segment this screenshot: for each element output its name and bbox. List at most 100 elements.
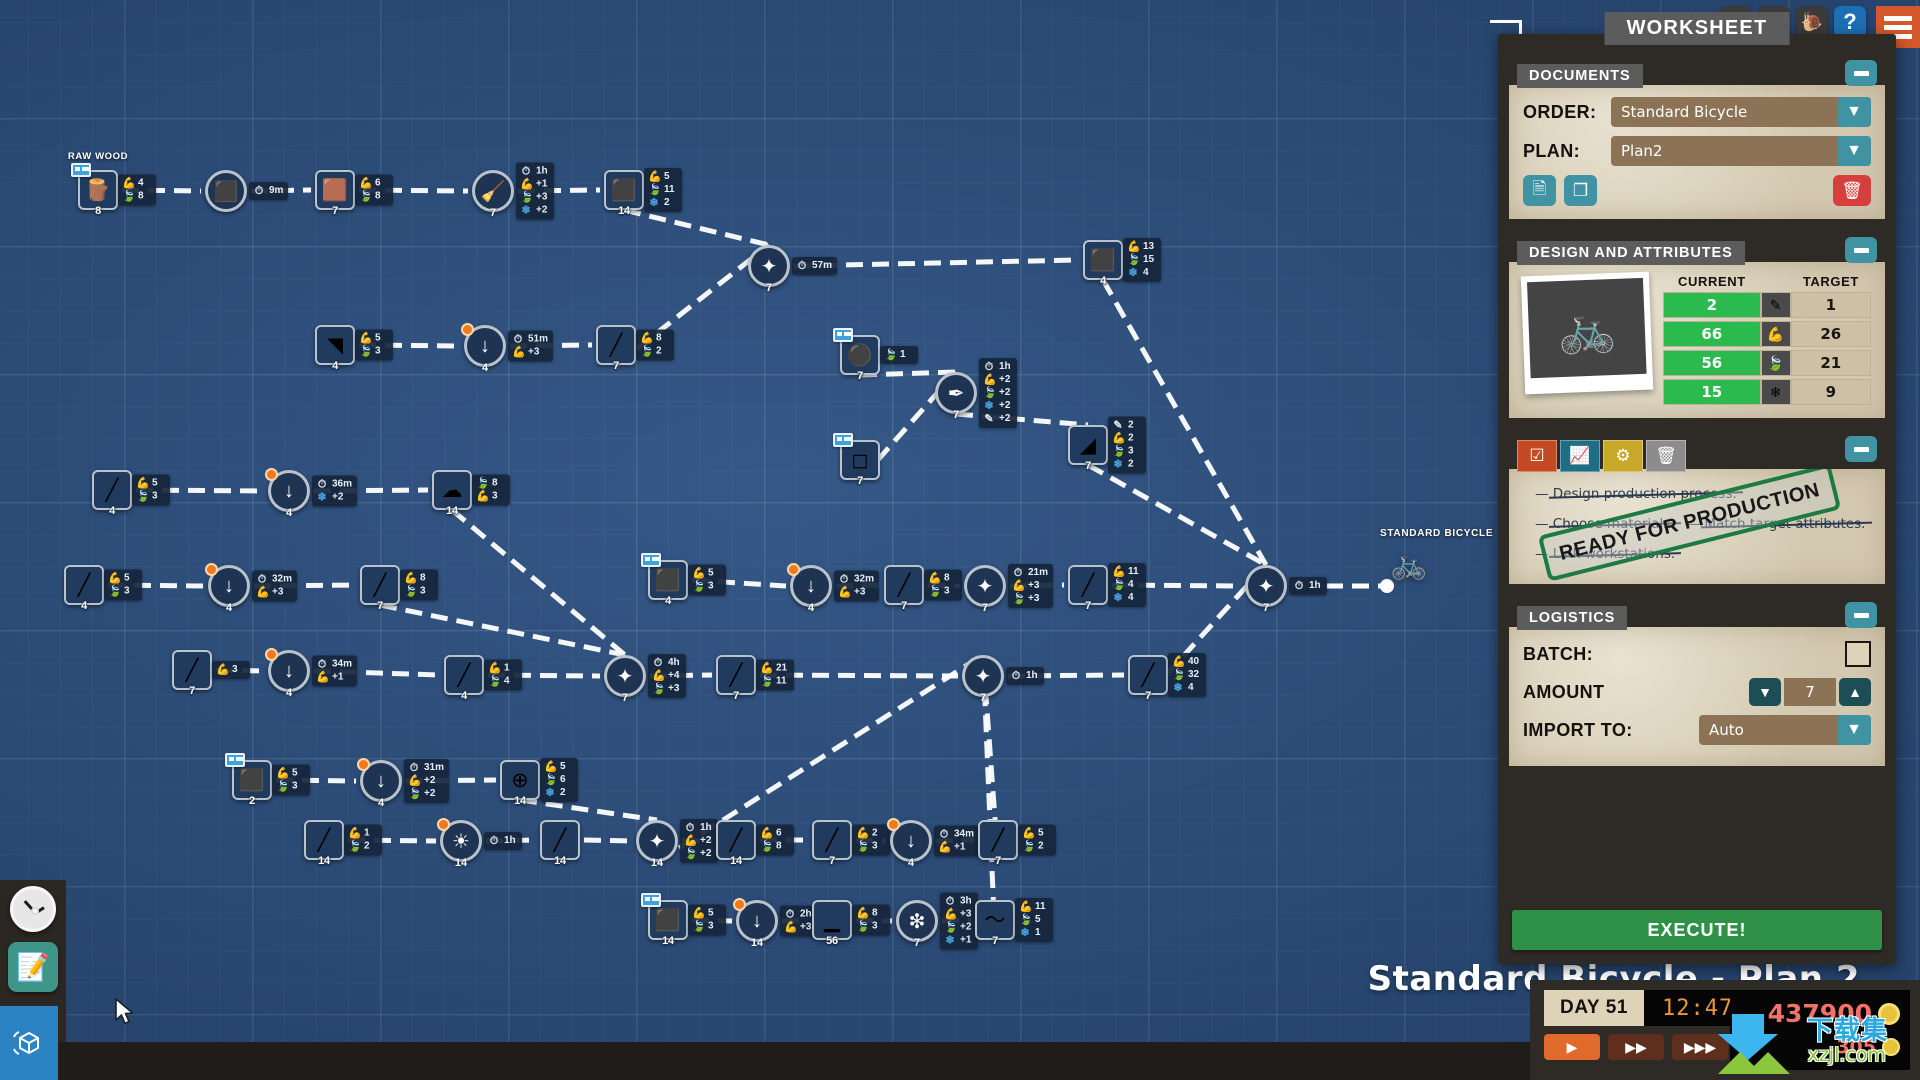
graph-node[interactable]: 🟫 7 💪 6 🍃 8 bbox=[315, 170, 393, 217]
batch-checkbox[interactable] bbox=[1845, 641, 1871, 667]
item-node[interactable]: 🪵 8 bbox=[71, 163, 118, 217]
machine-node[interactable]: ✒ 7 bbox=[935, 372, 977, 421]
graph-node[interactable]: ◢ 7 ✎ 2 💪 2 🍃 3 ❄ 2 bbox=[1068, 416, 1146, 474]
graph-node[interactable]: ❇ 7 ⏱ 3h 💪 +3 🍃 +2 ❄ +1 bbox=[896, 892, 978, 950]
ultra-speed-button[interactable]: ▶▶▶ bbox=[1672, 1034, 1728, 1060]
graph-node[interactable]: ╱ 7 💪 5 🍃 2 bbox=[978, 820, 1056, 867]
graph-node[interactable]: ◥ 4 💪 5 🍃 3 bbox=[315, 325, 393, 372]
fast-forward-button[interactable]: ▶▶ bbox=[1608, 1034, 1664, 1060]
design-photo[interactable]: 🚲 bbox=[1520, 271, 1654, 395]
graph-node[interactable]: ⬛ 4 💪 5 🍃 3 bbox=[641, 553, 726, 607]
graph-node[interactable]: ╱ 7 💪 8 🍃 3 bbox=[360, 565, 438, 612]
graph-node[interactable]: ✦ 7 ⏱ 4h 💪 +4 🍃 +3 bbox=[604, 654, 686, 704]
machine-node[interactable]: ↓ 4 bbox=[357, 758, 402, 809]
graph-node[interactable]: ☁ 14 🍃 8 💪 3 bbox=[432, 470, 510, 517]
item-node[interactable]: ⊕ 14 bbox=[500, 760, 540, 807]
graph-node[interactable]: ↓ 4 ⏱ 31m 💪 +2 🍃 +2 bbox=[357, 758, 450, 809]
item-node[interactable]: ⬛ 4 bbox=[1083, 240, 1123, 287]
graph-node[interactable]: RAW WOOD 🪵 8 💪 4 🍃 8 bbox=[68, 151, 156, 217]
graph-node[interactable]: ╱ 14 💪 1 🍃 2 bbox=[304, 820, 382, 867]
graph-node[interactable]: ╱ 7 💪 11 🍃 4 ❄ 4 bbox=[1068, 563, 1146, 612]
item-node[interactable]: 🟫 7 bbox=[315, 170, 355, 217]
graph-node[interactable]: ╱ 7 💪 2 🍃 3 bbox=[812, 820, 890, 867]
collapse-design-button[interactable] bbox=[1845, 237, 1877, 263]
play-button[interactable]: ▶ bbox=[1544, 1034, 1600, 1060]
graph-node[interactable]: ╱ 7 💪 40 🍃 32 ❄ 4 bbox=[1128, 653, 1206, 702]
machine-node[interactable]: 🧹 7 bbox=[472, 170, 514, 219]
assembly-node[interactable]: ✦ 7 bbox=[604, 655, 646, 704]
graph-node[interactable]: ↓ 14 ⏱ 2h 💪 +3 bbox=[733, 898, 818, 949]
item-node[interactable]: ╱ 7 bbox=[716, 655, 756, 702]
graph-node[interactable]: ╱ 4 💪 5 🍃 3 bbox=[64, 565, 142, 612]
graph-node[interactable]: ⬛ ⏱ 9m bbox=[205, 170, 289, 212]
order-select[interactable]: Standard Bicycle ▼ bbox=[1611, 97, 1871, 127]
amount-decrement-button[interactable]: ▼ bbox=[1749, 678, 1781, 706]
graph-node[interactable]: ✦ 7 ⏱ 21m 💪 +3 🍃 +3 bbox=[964, 564, 1054, 614]
machine-node[interactable]: ❇ 7 bbox=[896, 900, 938, 949]
graph-node[interactable]: ✦ 14 ⏱ 1h 💪 +2 🍃 +2 bbox=[636, 819, 718, 869]
item-node[interactable]: ╱ 7 bbox=[172, 650, 212, 697]
item-node[interactable]: ⬛ 14 bbox=[641, 893, 688, 947]
graph-node[interactable]: ✦ 7 ⏱ 1h bbox=[962, 655, 1044, 704]
item-node[interactable]: ╱ 14 bbox=[716, 820, 756, 867]
new-document-button[interactable]: 🗎 bbox=[1523, 175, 1556, 206]
item-node[interactable]: ╱ 7 bbox=[1128, 655, 1168, 702]
worksheet-panel[interactable]: WORKSHEET DOCUMENTS ORDER: Standard Bicy… bbox=[1498, 12, 1896, 964]
machine-node[interactable]: ↓ 14 bbox=[733, 898, 778, 949]
graph-node[interactable]: 🧹 7 ⏱ 1h 💪 +1 🍃 +3 ❄ +2 bbox=[472, 162, 554, 220]
item-node[interactable]: ⬛ 2 bbox=[225, 753, 272, 807]
collapse-checklist-button[interactable] bbox=[1845, 436, 1877, 462]
assembly-node[interactable]: ✦ 7 bbox=[748, 245, 790, 294]
item-node[interactable]: ╱ 7 bbox=[596, 325, 636, 372]
machine-node[interactable]: ☀ 14 bbox=[437, 818, 482, 869]
worksheet-tool-button[interactable]: 📝 bbox=[8, 942, 58, 992]
item-node[interactable]: ☁ 14 bbox=[432, 470, 472, 517]
graph-node[interactable]: ↓ 4 ⏱ 51m 💪 +3 bbox=[461, 323, 554, 374]
duplicate-document-button[interactable]: ❐ bbox=[1564, 175, 1597, 206]
item-node[interactable]: ▁ 56 bbox=[812, 900, 852, 947]
item-node[interactable]: ╱ 7 bbox=[360, 565, 400, 612]
graph-node[interactable]: ⬛ 14 💪 5 🍃 3 bbox=[641, 893, 726, 947]
graph-node[interactable]: ⬛ 4 💪 13 🍃 15 ❄ 4 bbox=[1083, 238, 1161, 287]
assembly-node[interactable]: ✦ 14 bbox=[636, 820, 678, 869]
graph-node[interactable]: ✦ 7 ⏱ 57m bbox=[748, 245, 838, 294]
collapse-logistics-button[interactable] bbox=[1845, 602, 1877, 628]
checklist-tabs[interactable]: ☑ 📈 ⚙ 🗑 bbox=[1517, 440, 1885, 472]
tab-trash[interactable]: 🗑 bbox=[1646, 440, 1686, 472]
machine-node[interactable]: ↓ 4 bbox=[787, 563, 832, 614]
execute-button[interactable]: EXECUTE! bbox=[1512, 910, 1882, 950]
graph-node[interactable]: ╱ 7 💪 8 🍃 2 bbox=[596, 325, 674, 372]
graph-node[interactable]: ╱ 14 💪 6 🍃 8 bbox=[716, 820, 794, 867]
chevron-down-icon[interactable]: ▼ bbox=[1837, 97, 1871, 127]
graph-node[interactable]: ╱ 7 💪 21 🍃 11 bbox=[716, 655, 794, 702]
graph-node[interactable]: ▁ 56 💪 8 🍃 3 bbox=[812, 900, 890, 947]
item-node[interactable]: ╱ 4 bbox=[92, 470, 132, 517]
assembly-node[interactable]: ✦ 7 bbox=[962, 655, 1004, 704]
plan-select[interactable]: Plan2 ▼ bbox=[1611, 136, 1871, 166]
graph-node[interactable]: ╱ 4 💪 1 🍃 4 bbox=[444, 655, 522, 702]
collapse-documents-button[interactable] bbox=[1845, 60, 1877, 86]
assembly-node[interactable]: ✦ 7 bbox=[1245, 565, 1287, 614]
graph-node[interactable]: ↓ 4 ⏱ 34m 💪 +1 bbox=[265, 648, 358, 699]
graph-node[interactable]: ╱ 7 💪 8 🍃 3 bbox=[884, 565, 962, 612]
item-node[interactable]: ╱ 4 bbox=[64, 565, 104, 612]
graph-node[interactable]: ⊕ 14 💪 5 🍃 6 ❄ 2 bbox=[500, 758, 578, 807]
machine-node[interactable]: ↓ 4 bbox=[205, 563, 250, 614]
amount-increment-button[interactable]: ▲ bbox=[1839, 678, 1871, 706]
graph-node[interactable]: ✒ 7 ⏱ 1h 💪 +2 🍃 +2 ❄ +2 ✎ +2 bbox=[935, 358, 1017, 428]
graph-node[interactable]: ✦ 7 ⏱ 1h bbox=[1245, 565, 1327, 614]
amount-stepper[interactable]: ▼ 7 ▲ bbox=[1749, 678, 1871, 706]
graph-node[interactable]: ╱ 4 💪 5 🍃 3 bbox=[92, 470, 170, 517]
item-node[interactable]: ╱ 14 bbox=[304, 820, 344, 867]
amount-value[interactable]: 7 bbox=[1784, 678, 1836, 706]
graph-node[interactable]: ↓ 4 ⏱ 32m 💪 +3 bbox=[787, 563, 880, 614]
graph-node[interactable]: ╱ 7 💪 3 bbox=[172, 650, 250, 697]
graph-node[interactable]: ◻ 7 bbox=[833, 433, 880, 487]
assembly-node[interactable]: ✦ 7 bbox=[964, 565, 1006, 614]
item-node[interactable]: ⬛ 4 bbox=[641, 553, 688, 607]
graph-node[interactable]: ⬛ 2 💪 5 🍃 3 bbox=[225, 753, 310, 807]
graph-node[interactable]: ⚫ 7 🍃 1 bbox=[833, 328, 918, 382]
clock-icon[interactable] bbox=[10, 886, 56, 932]
machine-node[interactable]: ⬛ bbox=[205, 170, 247, 212]
graph-node[interactable]: ↓ 4 ⏱ 32m 💪 +3 bbox=[205, 563, 298, 614]
